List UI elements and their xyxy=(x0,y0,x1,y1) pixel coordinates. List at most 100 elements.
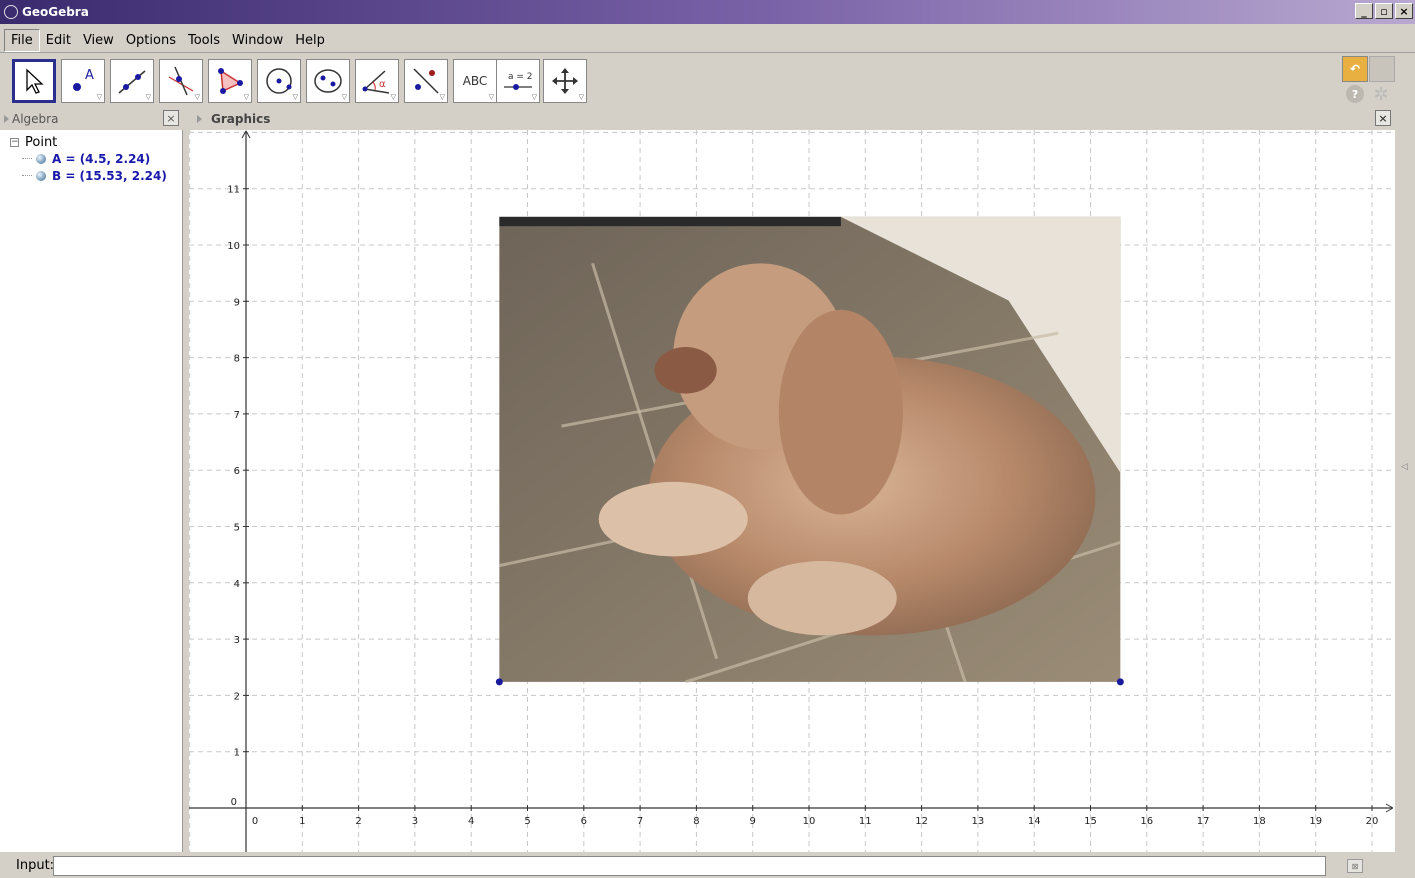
reflect-tool-button[interactable]: ▽ xyxy=(404,59,448,103)
perpendicular-tool-icon xyxy=(168,66,194,96)
x-tick-label: 13 xyxy=(972,816,985,827)
x-tick-label: 7 xyxy=(637,816,643,827)
maximize-button[interactable]: ▫ xyxy=(1375,3,1393,19)
graphics-canvas[interactable]: 0 1 2 3 4 5 6 7 8 9 10 11 12 13 14 15 16 17 18 19 2001234567… xyxy=(189,130,1395,852)
menu-file[interactable]: File xyxy=(4,28,40,52)
y-tick-label: 11 xyxy=(227,185,240,196)
list-item[interactable]: A = (4.5, 2.24) xyxy=(10,150,167,167)
menu-view[interactable]: View xyxy=(77,30,120,51)
y-tick-label: 8 xyxy=(234,354,240,365)
photo-dark-top xyxy=(499,216,841,227)
photo-dog-paw xyxy=(598,481,748,557)
polygon-tool-button[interactable]: ▽ xyxy=(208,59,252,103)
y-tick-label: 0 xyxy=(231,797,237,808)
photo-dog-nose xyxy=(654,347,717,394)
graphics-view[interactable]: 0 1 2 3 4 5 6 7 8 9 10 11 12 13 14 15 16 17 18 19 20 0 1 2 3 4 5 6 7… xyxy=(189,130,1395,852)
x-tick-label: 11 xyxy=(859,816,872,827)
list-item[interactable]: B = (15.53, 2.24) xyxy=(10,167,167,184)
collapse-minus-icon[interactable]: − xyxy=(10,137,19,147)
photo-dog-paw xyxy=(747,560,897,636)
menu-tools[interactable]: Tools xyxy=(182,30,226,51)
input-field[interactable] xyxy=(53,856,1326,876)
right-side-strip: ◁ xyxy=(1395,110,1415,852)
x-tick-label: 1 xyxy=(299,816,305,827)
move-tool-icon xyxy=(26,68,44,94)
angle-tool-button[interactable]: α ▽ xyxy=(355,59,399,103)
collapse-arrow-icon[interactable] xyxy=(197,115,202,123)
y-tick-label: 3 xyxy=(234,635,240,646)
x-tick-label: 19 xyxy=(1309,816,1322,827)
visibility-toggle-icon[interactable] xyxy=(36,153,46,164)
ellipse-tool-icon xyxy=(314,69,342,93)
image-placeholder[interactable] xyxy=(499,216,1121,684)
x-tick-label: 0 xyxy=(252,816,258,827)
photo-dog-ear xyxy=(778,309,903,515)
redo-button[interactable] xyxy=(1369,56,1395,82)
point-tool-button[interactable]: A ▽ xyxy=(61,59,105,103)
menu-bar: File Edit View Options Tools Window Help xyxy=(0,28,1415,52)
x-tick-label: 3 xyxy=(412,816,418,827)
graphics-header[interactable]: Graphics × xyxy=(189,110,1395,128)
polygon-tool-icon xyxy=(218,68,243,94)
graphics-close-button[interactable]: × xyxy=(1375,110,1391,126)
input-help-button[interactable]: ⊠ xyxy=(1347,859,1363,873)
window-controls: _ ▫ × xyxy=(1355,3,1413,19)
x-tick-label: 12 xyxy=(915,816,928,827)
angle-tool-icon: α xyxy=(362,70,390,94)
menu-window[interactable]: Window xyxy=(226,30,289,51)
toolbar: A ▽ ▽ ▽ ▽ ▽ ▽ α ▽ ▽ ABC ▽ a = 2 ▽ ▽ xyxy=(0,52,1415,108)
menu-edit[interactable]: Edit xyxy=(40,30,77,51)
line-tool-button[interactable]: ▽ xyxy=(110,59,154,103)
y-tick-label: 1 xyxy=(234,748,240,759)
y-tick-label: 2 xyxy=(234,691,240,702)
reflect-tool-icon xyxy=(413,68,439,94)
y-tick-label: 4 xyxy=(234,579,240,590)
settings-gear-icon[interactable]: ✲ xyxy=(1371,84,1391,105)
geogebra-logo-icon xyxy=(4,5,18,19)
y-tick-label: 6 xyxy=(234,466,240,477)
graphics-title: Graphics xyxy=(211,112,271,126)
x-tick-label: 14 xyxy=(1028,816,1041,827)
y-tick-label: 5 xyxy=(234,523,240,534)
x-tick-label: 18 xyxy=(1253,816,1266,827)
undo-button[interactable]: ↶ xyxy=(1342,56,1368,82)
point-a[interactable] xyxy=(495,678,503,686)
input-label: Input: xyxy=(16,857,55,873)
svg-text:A: A xyxy=(85,68,94,83)
algebra-close-button[interactable]: × xyxy=(163,110,179,126)
x-tick-label: 17 xyxy=(1197,816,1210,827)
close-button[interactable]: × xyxy=(1395,3,1413,19)
point-b[interactable] xyxy=(1116,678,1124,686)
menu-options[interactable]: Options xyxy=(120,30,182,51)
help-button[interactable]: ? xyxy=(1346,85,1364,103)
input-bar: Input: ⊠ xyxy=(0,852,1415,878)
algebra-header[interactable]: Algebra × xyxy=(0,110,183,128)
visibility-toggle-icon[interactable] xyxy=(36,170,46,181)
menu-help[interactable]: Help xyxy=(289,30,331,51)
move-tool-button[interactable] xyxy=(12,59,56,103)
x-tick-label: 8 xyxy=(693,816,699,827)
point-b-label: B = (15.53, 2.24) xyxy=(52,168,167,183)
tree-group[interactable]: − Point xyxy=(10,134,167,150)
minimize-button[interactable]: _ xyxy=(1355,3,1373,19)
x-tick-label: 20 xyxy=(1366,816,1379,827)
x-tick-label: 6 xyxy=(581,816,587,827)
slider-tool-icon: a = 2 xyxy=(504,72,533,90)
y-tick-label: 7 xyxy=(234,410,240,421)
undo-icon: ↶ xyxy=(1349,62,1361,76)
perpendicular-tool-button[interactable]: ▽ xyxy=(159,59,203,103)
ellipse-tool-button[interactable]: ▽ xyxy=(306,59,350,103)
text-tool-button[interactable]: ABC ▽ xyxy=(453,59,497,103)
point-a-label: A = (4.5, 2.24) xyxy=(52,151,151,166)
slider-tool-button[interactable]: a = 2 ▽ xyxy=(496,59,540,103)
algebra-title: Algebra xyxy=(12,112,59,126)
collapse-arrow-icon[interactable] xyxy=(4,115,9,123)
x-tick-label: 2 xyxy=(355,816,361,827)
move-view-tool-button[interactable]: ▽ xyxy=(543,59,587,103)
collapse-left-arrow-icon[interactable]: ◁ xyxy=(1401,462,1408,472)
algebra-view[interactable]: − Point A = (4.5, 2.24) B = (15.53, 2.24… xyxy=(0,130,183,852)
circle-tool-button[interactable]: ▽ xyxy=(257,59,301,103)
svg-text:a = 2: a = 2 xyxy=(508,72,533,82)
object-tree: − Point A = (4.5, 2.24) B = (15.53, 2.24… xyxy=(10,134,167,184)
x-tick-label: 16 xyxy=(1140,816,1153,827)
